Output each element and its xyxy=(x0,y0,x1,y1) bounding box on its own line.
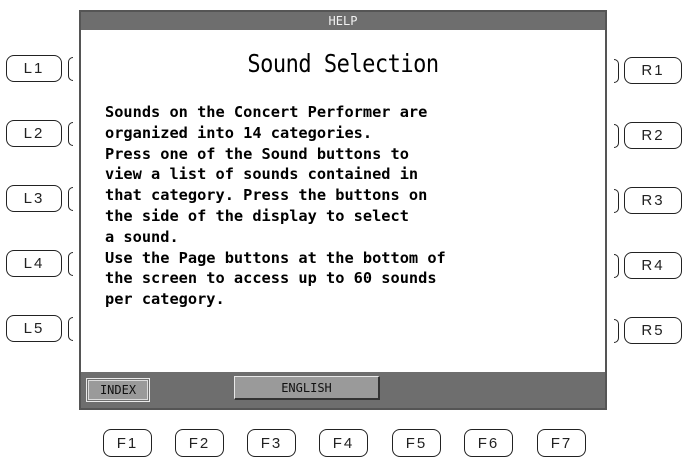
l1-button[interactable]: L1 xyxy=(6,55,62,82)
help-line: Press one of the Sound buttons to xyxy=(105,144,409,163)
r4-button[interactable]: R4 xyxy=(624,252,682,279)
screen-bottom-bar: INDEX ENGLISH xyxy=(81,372,605,408)
f4-button[interactable]: F4 xyxy=(319,429,368,457)
l2-button[interactable]: L2 xyxy=(6,120,62,147)
help-line: Use the Page buttons at the bottom of xyxy=(105,248,446,267)
r2-button[interactable]: R2 xyxy=(624,122,682,149)
screen-title: HELP xyxy=(81,12,605,30)
f2-button[interactable]: F2 xyxy=(175,429,224,457)
r2-bracket xyxy=(614,124,619,148)
help-body: Sounds on the Concert Performer are orga… xyxy=(105,102,605,310)
help-line: the side of the display to select xyxy=(105,206,409,225)
help-line: the screen to access up to 60 sounds xyxy=(105,269,437,288)
r3-button[interactable]: R3 xyxy=(624,187,682,214)
help-line: Sounds on the Concert Performer are xyxy=(105,103,428,121)
help-line: view a list of sounds contained in xyxy=(105,165,419,184)
help-line: a sound. xyxy=(105,227,179,246)
l5-button[interactable]: L5 xyxy=(6,315,62,342)
index-button[interactable]: INDEX xyxy=(86,378,150,402)
f5-button[interactable]: F5 xyxy=(392,429,441,457)
language-button[interactable]: ENGLISH xyxy=(234,376,380,400)
f6-button[interactable]: F6 xyxy=(464,429,513,457)
r5-button[interactable]: R5 xyxy=(624,317,682,344)
l1-bracket xyxy=(68,57,73,81)
r5-bracket xyxy=(614,319,619,343)
l5-bracket xyxy=(68,317,73,341)
help-heading: Sound Selection xyxy=(247,50,439,79)
l3-button[interactable]: L3 xyxy=(6,185,62,212)
l2-bracket xyxy=(68,122,73,146)
l4-button[interactable]: L4 xyxy=(6,250,62,277)
lcd-screen: HELP Sound Selection Sounds on the Conce… xyxy=(79,10,607,410)
l4-bracket xyxy=(68,252,73,276)
help-line: per category. xyxy=(105,290,225,309)
help-line: organized into 14 categories. xyxy=(105,123,373,142)
f1-button[interactable]: F1 xyxy=(103,429,152,457)
r4-bracket xyxy=(614,254,619,278)
f3-button[interactable]: F3 xyxy=(247,429,296,457)
r3-bracket xyxy=(614,189,619,213)
r1-button[interactable]: R1 xyxy=(624,57,682,84)
help-line: that category. Press the buttons on xyxy=(105,186,428,205)
f7-button[interactable]: F7 xyxy=(537,429,586,457)
l3-bracket xyxy=(68,187,73,211)
r1-bracket xyxy=(614,59,619,83)
